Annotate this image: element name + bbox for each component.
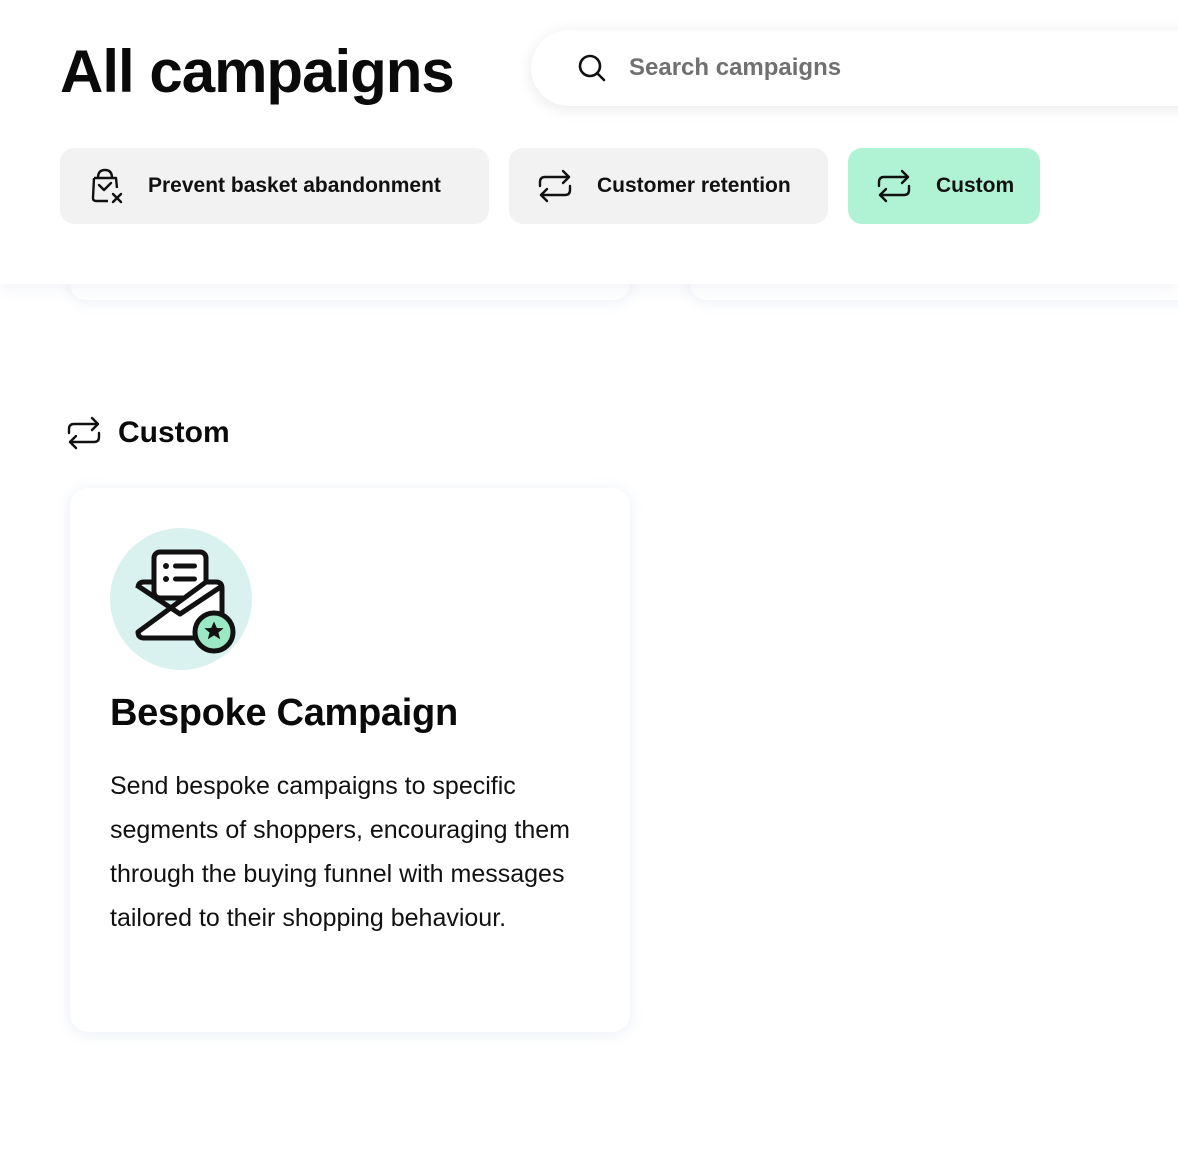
page: All campaigns Prev xyxy=(0,0,1178,1154)
filter-customer-retention[interactable]: Customer retention xyxy=(509,148,828,224)
filter-prevent-basket-abandonment[interactable]: Prevent basket abandonment xyxy=(60,148,489,224)
section-header: Custom xyxy=(64,413,230,453)
card-title: Bespoke Campaign xyxy=(110,692,458,734)
card-description: Send bespoke campaigns to specific segme… xyxy=(110,772,570,932)
page-header: All campaigns Prev xyxy=(0,0,1178,284)
filter-label: Prevent basket abandonment xyxy=(148,174,441,197)
search-icon xyxy=(577,53,607,83)
repeat-arrows-icon xyxy=(64,413,104,453)
filter-label: Custom xyxy=(936,174,1015,197)
repeat-arrows-icon xyxy=(535,166,575,206)
card-icon-badge xyxy=(110,528,252,670)
repeat-arrows-icon xyxy=(874,166,914,206)
filter-label: Customer retention xyxy=(597,174,791,197)
section-title: Custom xyxy=(118,416,230,449)
search-input[interactable] xyxy=(629,54,1129,82)
page-title: All campaigns xyxy=(60,38,455,105)
filter-custom[interactable]: Custom xyxy=(848,148,1040,224)
campaign-card-bespoke[interactable]: Bespoke Campaign Send bespoke campaigns … xyxy=(70,488,630,1032)
search-bar[interactable] xyxy=(531,30,1178,106)
basket-x-icon xyxy=(86,166,126,206)
envelope-star-icon xyxy=(135,549,236,654)
